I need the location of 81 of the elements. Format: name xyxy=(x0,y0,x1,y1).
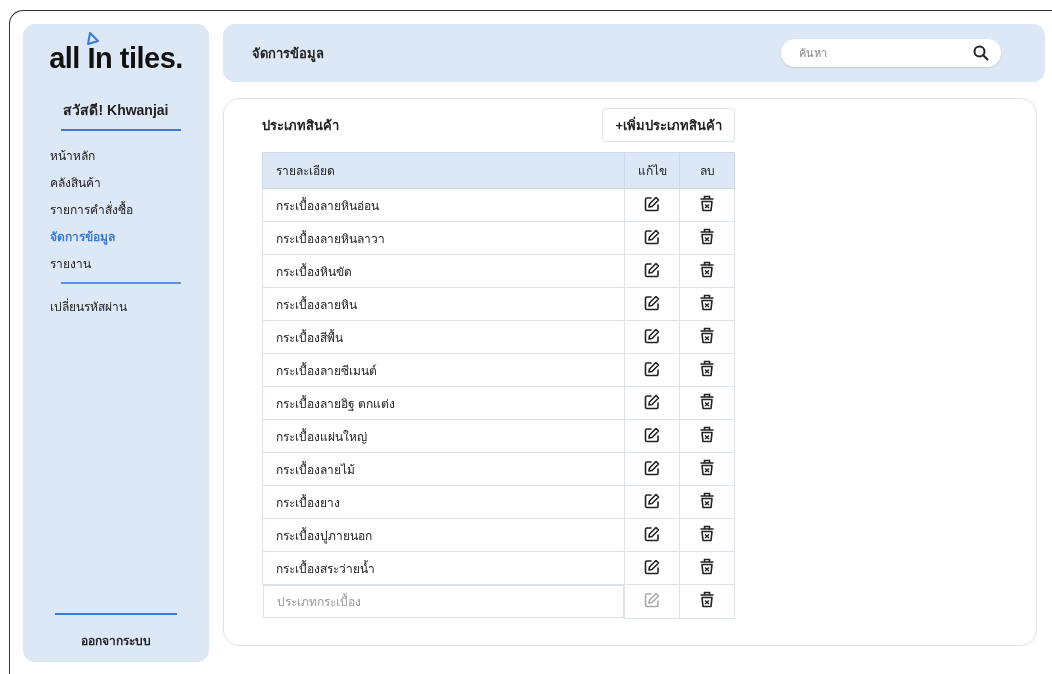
trash-icon xyxy=(699,591,715,609)
pencil-icon xyxy=(644,558,660,575)
trash-icon xyxy=(699,195,715,212)
edit-button[interactable] xyxy=(644,558,660,575)
pencil-icon xyxy=(644,360,660,377)
delete-button[interactable] xyxy=(699,591,715,609)
delete-button[interactable] xyxy=(699,261,715,278)
table-cell: กระเบื้องสระว่ายน้ำ xyxy=(262,551,625,585)
edit-button[interactable] xyxy=(644,426,660,443)
search-field[interactable]: ค้นหา xyxy=(781,39,1001,67)
column-header: รายละเอียด xyxy=(262,152,625,189)
nav-item[interactable]: คลังสินค้า xyxy=(50,170,209,197)
pencil-icon xyxy=(644,492,660,509)
pencil-icon xyxy=(644,426,660,443)
trash-icon xyxy=(699,393,715,410)
edit-button[interactable] xyxy=(644,228,660,245)
table-cell: กระเบื้องหินขัด xyxy=(262,254,625,288)
trash-icon xyxy=(699,558,715,575)
edit-button[interactable] xyxy=(644,393,660,410)
column-header: ลบ xyxy=(679,152,735,189)
trash-icon xyxy=(699,261,715,278)
table-cell: กระเบื้องปูภายนอก xyxy=(262,518,625,552)
table-cell: กระเบื้องลายหิน xyxy=(262,287,625,321)
trash-icon xyxy=(699,459,715,476)
table-cell: กระเบื้องแผ่นใหญ่ xyxy=(262,419,625,453)
trash-icon xyxy=(699,294,715,311)
add-category-button[interactable]: +เพิ่มประเภทสินค้า xyxy=(602,108,735,142)
edit-button[interactable] xyxy=(644,525,660,542)
logo-text: all In tiles. xyxy=(49,42,183,74)
column-header: แก้ไข xyxy=(624,152,680,189)
pencil-icon xyxy=(644,393,660,410)
delete-button[interactable] xyxy=(699,525,715,542)
table-cell: กระเบื้องลายไม้ xyxy=(262,452,625,486)
nav-item[interactable]: เปลี่ยนรหัสผ่าน xyxy=(50,293,209,321)
pencil-icon xyxy=(644,294,660,311)
page-title: จัดการข้อมูล xyxy=(252,44,324,64)
trash-icon xyxy=(699,426,715,443)
triangle-logo-icon xyxy=(86,32,101,46)
delete-button[interactable] xyxy=(699,294,715,311)
nav-item[interactable]: รายการคำสั่งซื้อ xyxy=(50,197,209,224)
table-cell: กระเบื้องสีพื้น xyxy=(262,320,625,354)
edit-button[interactable] xyxy=(644,459,660,476)
search-icon xyxy=(973,45,989,61)
trash-icon xyxy=(699,327,715,344)
table-cell: กระเบื้องลายซีเมนต์ xyxy=(262,353,625,387)
pencil-icon xyxy=(644,327,660,344)
trash-icon xyxy=(699,228,715,245)
nav-item[interactable]: รายงาน xyxy=(50,251,209,278)
pencil-icon xyxy=(644,459,660,476)
greeting-text: สวัสดี! Khwanjai xyxy=(62,101,170,120)
trash-icon xyxy=(699,360,715,377)
delete-button[interactable] xyxy=(699,426,715,443)
trash-icon xyxy=(699,492,715,509)
pencil-icon xyxy=(644,228,660,245)
logout-link[interactable]: ออกจากระบบ xyxy=(23,631,209,650)
delete-button[interactable] xyxy=(699,195,715,212)
delete-button[interactable] xyxy=(699,459,715,476)
delete-button[interactable] xyxy=(699,492,715,509)
edit-button[interactable] xyxy=(644,327,660,344)
delete-button[interactable] xyxy=(699,327,715,344)
edit-button[interactable] xyxy=(644,492,660,509)
pencil-icon xyxy=(644,591,660,608)
pencil-icon xyxy=(644,195,660,212)
edit-button[interactable] xyxy=(644,360,660,377)
nav-item[interactable]: หน้าหลัก xyxy=(50,143,209,170)
delete-button[interactable] xyxy=(699,393,715,410)
table-cell: กระเบื้องยาง xyxy=(262,485,625,519)
table-cell: กระเบื้องลายอิฐ ตกแต่ง xyxy=(262,386,625,420)
table-cell: กระเบื้องลายหินอ่อน xyxy=(262,188,625,222)
section-title: ประเภทสินค้า xyxy=(262,116,339,135)
table-cell: กระเบื้องลายหินลาวา xyxy=(262,221,625,255)
delete-button[interactable] xyxy=(699,360,715,377)
category-input[interactable]: ประเภทกระเบื้อง xyxy=(262,585,624,618)
delete-button[interactable] xyxy=(699,228,715,245)
edit-button[interactable] xyxy=(644,261,660,278)
delete-button[interactable] xyxy=(699,558,715,575)
pencil-icon xyxy=(644,261,660,278)
edit-button[interactable] xyxy=(644,294,660,311)
pencil-icon xyxy=(644,525,660,542)
edit-button[interactable] xyxy=(644,195,660,212)
trash-icon xyxy=(699,525,715,542)
